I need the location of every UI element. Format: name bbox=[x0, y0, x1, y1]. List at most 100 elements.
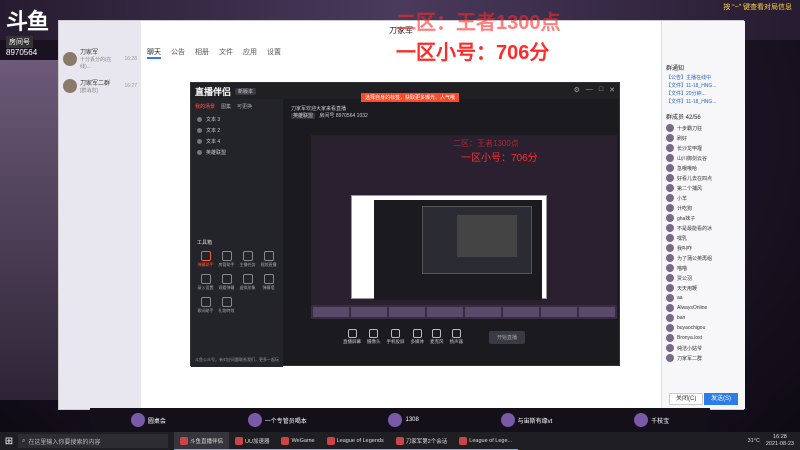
clock[interactable]: 16:28 2021-08-23 bbox=[766, 434, 794, 448]
version-badge[interactable]: 新版本 bbox=[235, 87, 257, 95]
tab-replaceable[interactable]: 可更换 bbox=[237, 103, 252, 110]
tool-item[interactable]: 弹幕助手 bbox=[195, 251, 216, 268]
member-item[interactable]: 我叫咋 bbox=[666, 243, 741, 253]
close-label[interactable]: 关闭(C) bbox=[669, 393, 704, 405]
contact-item[interactable]: 刀家军 十分丢分的(在线)... 16:28 bbox=[59, 43, 141, 74]
taskbar-app[interactable]: WeGame bbox=[275, 432, 321, 450]
tab-files[interactable]: 文件 bbox=[219, 47, 233, 59]
tool-item[interactable]: 礼物特效 bbox=[216, 297, 237, 314]
champion-item: 一个专管员喝本 bbox=[247, 413, 307, 427]
taskbar-app[interactable]: League of Legends bbox=[320, 432, 390, 450]
taskbar-apps: 斗鱼直播伴侣 UU加速器 WeGame League of Legends 刀家军第2个… bbox=[174, 432, 519, 450]
scene-label: 文本 2 bbox=[206, 128, 221, 134]
eye-icon[interactable] bbox=[197, 128, 202, 133]
tab-settings[interactable]: 设置 bbox=[267, 47, 281, 59]
member-item[interactable]: 好看儿去在四点 bbox=[666, 173, 741, 183]
notice-item[interactable]: 【文件】20分钟... bbox=[666, 90, 741, 98]
member-item[interactable]: buyaochigou bbox=[666, 323, 741, 333]
member-item[interactable]: 嘿乳 bbox=[666, 233, 741, 243]
tool-icon bbox=[221, 251, 232, 261]
minimize-icon[interactable]: — bbox=[586, 86, 593, 94]
taskbar-app[interactable]: 斗鱼直播伴侣 bbox=[174, 432, 230, 450]
taskbar-app[interactable]: 刀家军第2个会话 bbox=[389, 432, 454, 450]
member-item[interactable]: 计吃狗 bbox=[666, 203, 741, 213]
scene-item[interactable]: 文本 4 bbox=[191, 136, 283, 147]
member-list: 十步霸刀狂 刷好 长沙龙甲堰 山川御剑云谷急哦哦哈 好看儿去在四点 第二个捕风 小羊 计吃狗 g… bbox=[666, 123, 741, 363]
tool-item[interactable]: 弹幕墙 bbox=[258, 274, 279, 291]
member-item[interactable]: gha妹子 bbox=[666, 213, 741, 223]
member-item[interactable]: 急哦哦哈 bbox=[666, 163, 741, 173]
media-button[interactable]: 多媒体 bbox=[411, 329, 424, 345]
streamer-logo: 直播伴侣 bbox=[195, 86, 232, 97]
stream-title[interactable]: 刀家军欢迎大家来看直播 bbox=[291, 106, 346, 112]
member-item[interactable]: 刀家军二群 bbox=[666, 353, 741, 363]
qq-contact-list: 刀家军 十分丢分的(在线)... 16:28 刀家军二群 [群消息] 16:27 bbox=[59, 21, 141, 409]
speaker-button[interactable]: 扬声器 bbox=[449, 329, 464, 345]
member-item[interactable]: 不是最能看的冰 bbox=[666, 223, 741, 233]
tab-notice[interactable]: 公告 bbox=[171, 47, 185, 59]
scene-label: 文本 4 bbox=[206, 139, 221, 145]
promo-banner[interactable]: 选择自身的标签，获取更多曝光、人气哦 bbox=[361, 93, 460, 102]
member-item[interactable]: 第二个捕风 bbox=[666, 183, 741, 193]
camera-button[interactable]: 摄像头 bbox=[367, 329, 381, 345]
viewer-count: 1032 bbox=[356, 113, 368, 119]
tool-item[interactable]: 房管助手 bbox=[216, 251, 237, 268]
contact-item[interactable]: 刀家军二群 [群消息] 16:27 bbox=[59, 74, 141, 98]
tool-item[interactable]: 录入设置 bbox=[195, 274, 216, 291]
tab-apps[interactable]: 应用 bbox=[243, 47, 257, 59]
notice-item[interactable]: 【文件】11-18_HNG... bbox=[666, 82, 741, 90]
tab-chat[interactable]: 聊天 bbox=[147, 47, 161, 59]
member-item[interactable]: 刷好 bbox=[666, 133, 741, 143]
member-item[interactable]: ban bbox=[666, 313, 741, 323]
member-item[interactable]: 喵喵 bbox=[666, 263, 741, 273]
category-chip[interactable]: 英雄联盟 bbox=[291, 113, 316, 119]
member-item[interactable]: Bronya.lost bbox=[666, 333, 741, 343]
system-tray: 31°C 16:28 2021-08-23 bbox=[748, 434, 800, 448]
scene-item[interactable]: 文本 2 bbox=[191, 125, 283, 136]
member-item[interactable]: AlwaysOnline bbox=[666, 303, 741, 313]
taskbar-search[interactable]: ⌕ 在这里输入你要搜索的内容 bbox=[18, 434, 168, 448]
tool-item[interactable]: 歌词助手 bbox=[195, 297, 216, 314]
eye-icon[interactable] bbox=[197, 150, 202, 155]
taskbar-app[interactable]: League of Lege... bbox=[453, 432, 519, 450]
scene-item[interactable]: 文本 3 bbox=[191, 114, 283, 125]
member-item[interactable]: 山川御剑云谷 bbox=[666, 153, 741, 163]
member-item[interactable]: 小羊 bbox=[666, 193, 741, 203]
action-label: 扬声器 bbox=[449, 339, 464, 344]
microphone-button[interactable]: 麦克风 bbox=[430, 329, 444, 345]
send-button[interactable]: 发送(S) bbox=[704, 393, 738, 405]
member-item[interactable]: 为了蒲公英再组 bbox=[666, 253, 741, 263]
notice-item[interactable]: 【文件】11-18_HNG... bbox=[666, 98, 741, 106]
close-icon[interactable]: ✕ bbox=[609, 86, 615, 94]
clock-date: 2021-08-23 bbox=[765, 441, 794, 447]
member-item[interactable]: 天天用鞭 bbox=[666, 283, 741, 293]
member-name: 十步霸刀狂 bbox=[677, 125, 703, 132]
member-name: 急哦哦哈 bbox=[677, 165, 698, 172]
close-button[interactable]: 关闭(C) bbox=[669, 393, 704, 405]
tool-label: 主播任务 bbox=[239, 262, 256, 267]
tool-item[interactable]: 主播任务 bbox=[237, 251, 258, 268]
phone-cast-button[interactable]: 手机投屏 bbox=[387, 329, 405, 345]
member-item[interactable]: 十步霸刀狂 bbox=[666, 123, 741, 133]
eye-icon[interactable] bbox=[197, 139, 202, 144]
tab-my-scenes[interactable]: 我的场景 bbox=[195, 103, 215, 110]
tab-album[interactable]: 相册 bbox=[195, 47, 209, 59]
member-item[interactable]: aa bbox=[666, 293, 741, 303]
windows-start-icon[interactable]: ⊞ bbox=[0, 432, 18, 450]
member-item[interactable]: 贾公羽 bbox=[666, 273, 741, 283]
taskbar-app[interactable]: UU加速器 bbox=[229, 432, 276, 450]
notice-item[interactable]: 【公告】主播在线中 bbox=[666, 74, 741, 82]
member-item[interactable]: 长沙龙甲堰 bbox=[666, 143, 741, 153]
send-label[interactable]: 发送(S) bbox=[704, 393, 738, 405]
screen-capture-button[interactable]: 直播屏幕 bbox=[343, 329, 361, 345]
eye-icon[interactable] bbox=[197, 117, 202, 122]
tool-item[interactable]: 观看弹幕 bbox=[216, 274, 237, 291]
start-stream-button[interactable]: 开始直播 bbox=[489, 330, 526, 344]
settings-icon[interactable]: ⚙ bbox=[574, 86, 580, 94]
tool-item[interactable]: 虚拟形象 bbox=[237, 274, 258, 291]
tool-item[interactable]: 视频直播 bbox=[258, 251, 279, 268]
tab-gallery[interactable]: 图集 bbox=[221, 103, 231, 110]
scene-item[interactable]: 英雄联盟 bbox=[191, 147, 283, 158]
maximize-icon[interactable]: □ bbox=[599, 86, 603, 94]
member-item[interactable]: 纯洁小姑爷 bbox=[666, 343, 741, 353]
